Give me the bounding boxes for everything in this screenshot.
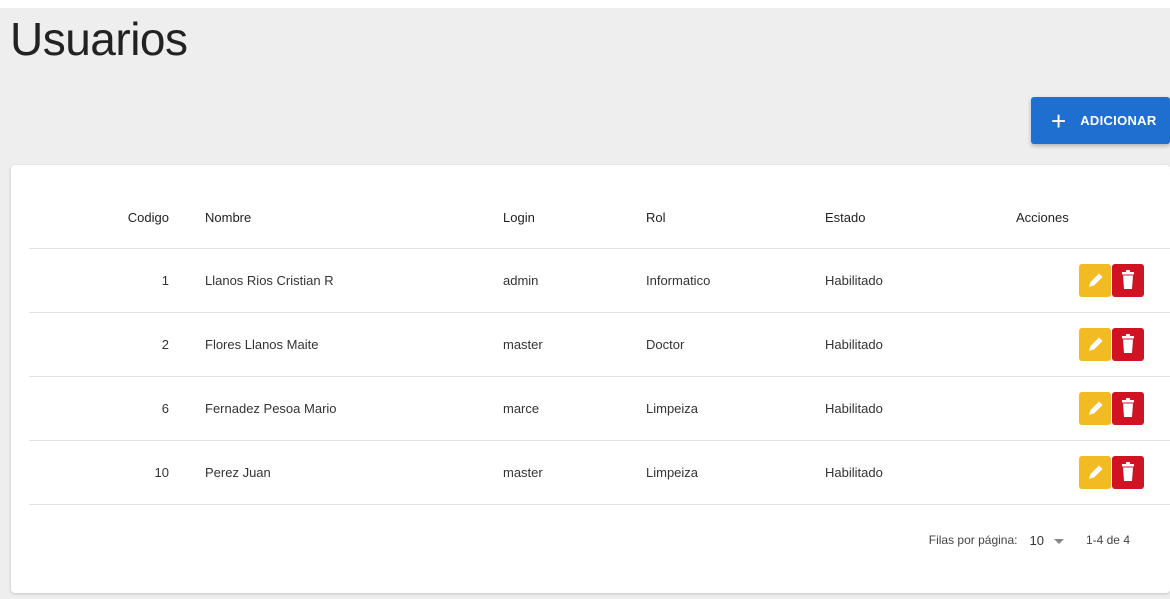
rows-per-page-select[interactable]: 10: [1029, 533, 1043, 548]
edit-button[interactable]: [1079, 392, 1111, 425]
cell-rol: Informatico: [646, 248, 825, 313]
page-title: Usuarios: [10, 13, 188, 65]
header-login[interactable]: Login: [503, 187, 646, 249]
cell-estado: Habilitado: [825, 312, 1016, 377]
header-estado[interactable]: Estado: [825, 187, 1016, 249]
add-button-label: ADICIONAR: [1080, 113, 1157, 128]
cell-rol: Limpeiza: [646, 376, 825, 441]
pagination: Filas por página: 10 1-4 de 4: [929, 530, 1130, 550]
cell-codigo: 10: [29, 440, 169, 505]
cell-login: master: [503, 312, 646, 377]
edit-button[interactable]: [1079, 328, 1111, 361]
cell-nombre: Flores Llanos Maite: [205, 312, 503, 377]
cell-acciones: [1016, 248, 1170, 313]
delete-button[interactable]: [1112, 456, 1144, 489]
header-nombre[interactable]: Nombre: [205, 187, 503, 249]
table-row: 2 Flores Llanos Maite master Doctor Habilita…: [29, 312, 1170, 377]
cell-rol: Limpeiza: [646, 440, 825, 505]
cell-estado: Habilitado: [825, 440, 1016, 505]
cell-nombre: Llanos Rios Cristian R: [205, 248, 503, 313]
cell-nombre: Perez Juan: [205, 440, 503, 505]
delete-button[interactable]: [1112, 392, 1144, 425]
edit-button[interactable]: [1079, 264, 1111, 297]
page-range: 1-4 de 4: [1085, 533, 1130, 547]
table-row: 6 Fernadez Pesoa Mario marce Limpeiza Habili…: [29, 376, 1170, 441]
cell-acciones: [1016, 376, 1170, 441]
cell-codigo: 1: [29, 248, 169, 313]
table-row: 1 Llanos Rios Cristian Radmin Informatico H…: [29, 248, 1170, 313]
users-card: Codigo Nombre Login Rol Estado Acciones …: [11, 165, 1170, 593]
delete-button[interactable]: [1112, 264, 1144, 297]
table-row: 10 Perez Juan master Limpeiza Habilitado: [29, 440, 1170, 505]
cell-estado: Habilitado: [825, 376, 1016, 441]
edit-button[interactable]: [1079, 456, 1111, 489]
table-header-row: Codigo Nombre Login Rol Estado Acciones: [29, 187, 1170, 249]
rows-per-page-label: Filas por página:: [928, 533, 1018, 547]
header-codigo[interactable]: Codigo: [29, 187, 169, 249]
cell-acciones: [1016, 440, 1170, 505]
cell-nombre: Fernadez Pesoa Mario: [205, 376, 503, 441]
chevron-down-icon[interactable]: [1053, 538, 1064, 544]
cell-login: master: [503, 440, 646, 505]
cell-login: admin: [503, 248, 646, 313]
delete-button[interactable]: [1112, 328, 1144, 361]
cell-rol: Doctor: [646, 312, 825, 377]
users-table: Codigo Nombre Login Rol Estado Acciones …: [29, 187, 1170, 505]
cell-estado: Habilitado: [825, 248, 1016, 313]
cell-codigo: 2: [29, 312, 169, 377]
header-acciones: Acciones: [1016, 187, 1170, 249]
plus-icon: +: [1051, 105, 1067, 136]
header-rol[interactable]: Rol: [646, 187, 825, 249]
add-button[interactable]: + ADICIONAR: [1031, 97, 1170, 144]
cell-codigo: 6: [29, 376, 169, 441]
cell-login: marce: [503, 376, 646, 441]
cell-acciones: [1016, 312, 1170, 377]
